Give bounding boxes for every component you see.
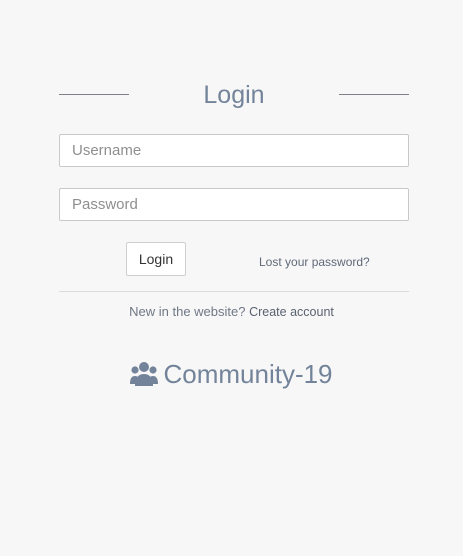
brand-logo: Community-19 [0,356,463,392]
login-heading: Login [59,78,409,112]
create-account-link[interactable]: Create account [249,305,334,319]
brand-name: Community-19 [163,359,333,389]
page-title: Login [203,81,265,109]
login-button[interactable]: Login [126,242,186,276]
password-field[interactable] [59,188,409,221]
username-field[interactable] [59,134,409,167]
form-divider [59,291,409,292]
lost-password-link[interactable]: Lost your password? [259,255,370,269]
heading-divider-right [339,94,409,95]
signup-row: New in the website? Create account [0,304,463,319]
users-icon [130,362,159,386]
signup-prompt: New in the website? [129,304,246,319]
